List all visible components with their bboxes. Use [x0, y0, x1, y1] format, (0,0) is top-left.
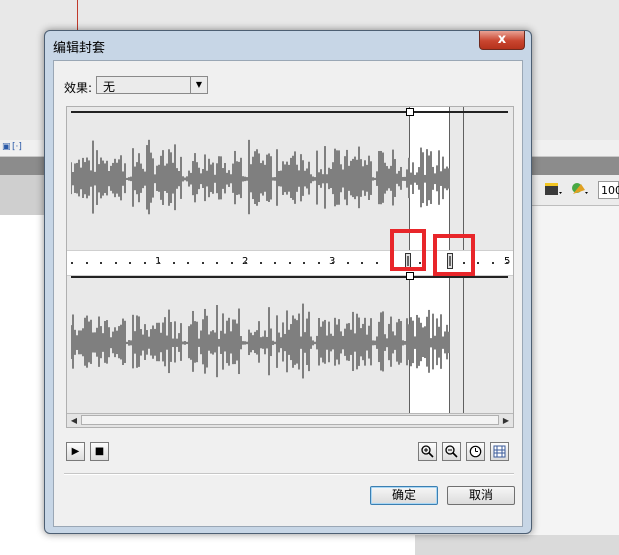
chevron-down-icon: ▼ [190, 77, 207, 93]
envelope-editor[interactable]: 1 2 3 5 ◀ ▶ [66, 106, 514, 428]
clapper-icon[interactable] [544, 181, 562, 197]
background-lower-panel [530, 206, 619, 555]
envelope-handle[interactable] [406, 272, 414, 280]
play-button[interactable]: ▶ [66, 442, 85, 461]
ruler-tick [158, 262, 160, 264]
effect-select[interactable]: 无 ▼ [96, 76, 208, 94]
ruler-tick [506, 262, 508, 264]
clock-icon [469, 445, 482, 458]
highlight-box [390, 229, 426, 271]
ruler-tick [259, 262, 262, 264]
dialog-client-area: 效果: 无 ▼ 1 2 3 5 [53, 60, 523, 527]
ruler-tick [71, 262, 73, 264]
zoom-out-icon [445, 445, 458, 458]
ruler-tick [303, 262, 305, 264]
ruler-tick [216, 262, 218, 264]
waveform-right-channel [71, 303, 450, 379]
ruler-tick [129, 262, 131, 264]
background-lower-right [415, 535, 619, 555]
ruler-tick [143, 262, 146, 264]
ruler-tick [477, 262, 479, 264]
scroll-right-icon[interactable]: ▶ [500, 415, 512, 426]
ruler-tick [245, 262, 247, 264]
close-button[interactable]: x [479, 31, 525, 50]
ruler-tick [187, 262, 189, 264]
color-effect-icon[interactable] [570, 181, 588, 197]
ruler-tick [274, 262, 276, 264]
stop-icon: ■ [94, 446, 105, 457]
ok-button[interactable]: 确定 [370, 486, 438, 505]
envelope-line-left-channel[interactable] [71, 111, 508, 113]
ruler-tick [100, 262, 102, 264]
scroll-thumb[interactable] [81, 415, 499, 425]
highlight-box [433, 234, 475, 276]
background-left-panel [0, 175, 44, 215]
ruler-tick [230, 262, 233, 264]
background-mini-icon: ▣ [2, 142, 11, 152]
zoom-out-button[interactable] [442, 442, 461, 461]
ruler-tick [346, 262, 349, 264]
seconds-units-button[interactable] [466, 442, 485, 461]
play-icon: ▶ [71, 446, 80, 457]
ruler-tick [332, 262, 334, 264]
background-mini-icon: [·] [12, 142, 22, 152]
frames-icon [493, 445, 506, 458]
background-red-guide [77, 0, 78, 31]
ruler-tick [85, 262, 88, 264]
horizontal-scrollbar[interactable]: ◀ ▶ [67, 413, 513, 427]
ruler-tick [201, 262, 204, 264]
ruler-tick [361, 262, 363, 264]
envelope-handle[interactable] [406, 108, 414, 116]
ruler-tick [288, 262, 291, 264]
ruler-tick [491, 262, 494, 264]
background-zoom-input[interactable]: 100 [598, 181, 619, 199]
dialog-title: 编辑封套 [53, 41, 106, 56]
zoom-in-button[interactable] [418, 442, 437, 461]
zoom-in-icon [421, 445, 434, 458]
effect-label: 效果: [64, 81, 93, 95]
frames-units-button[interactable] [490, 442, 509, 461]
cancel-button[interactable]: 取消 [447, 486, 515, 505]
ruler-tick [317, 262, 320, 264]
separator [64, 473, 514, 475]
waveform-left-channel [71, 139, 450, 215]
ruler-tick [375, 262, 378, 264]
stop-button[interactable]: ■ [90, 442, 109, 461]
edit-envelope-dialog: 编辑封套 x 效果: 无 ▼ 1 2 3 5 [44, 30, 532, 534]
ruler-tick [114, 262, 117, 264]
ruler-tick [172, 262, 175, 264]
envelope-line-right-channel[interactable] [71, 276, 508, 278]
effect-selected-value: 无 [103, 80, 116, 94]
scroll-left-icon[interactable]: ◀ [68, 415, 80, 426]
